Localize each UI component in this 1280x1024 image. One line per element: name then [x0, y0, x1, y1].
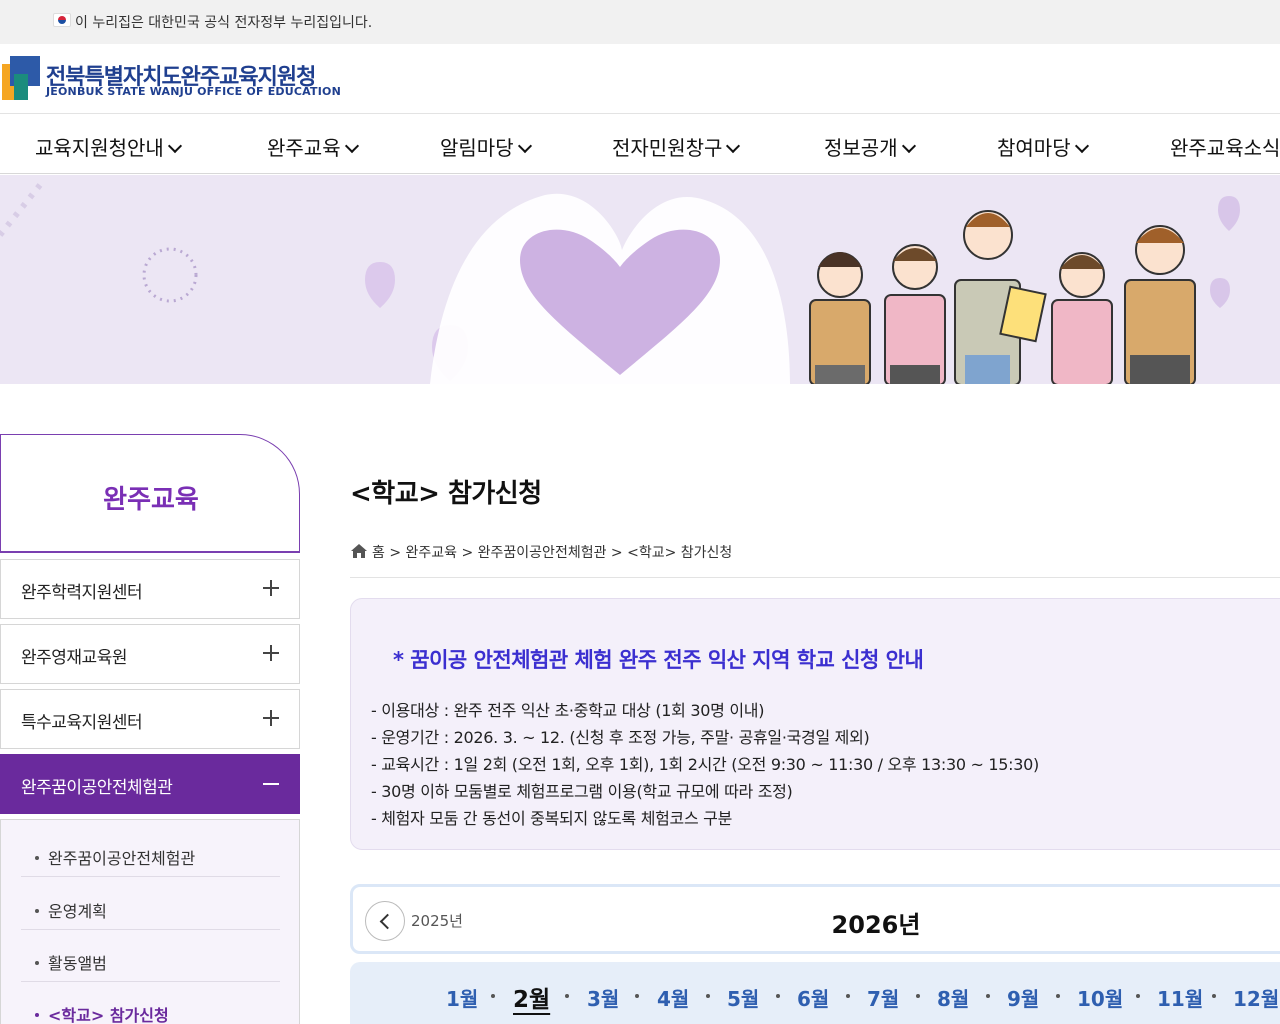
bullet-icon — [35, 1013, 39, 1017]
site-subtitle: JEONBUK STATE WANJU OFFICE OF EDUCATION — [46, 85, 341, 98]
breadcrumb-path[interactable]: 홈 > 완주교육 > 완주꿈이공안전체험관 > <학교> 참가신청 — [372, 542, 732, 562]
info-line: - 운영기간 : 2026. 3. ~ 12. (신청 후 조정 가능, 주말·… — [371, 728, 870, 747]
plus-icon — [263, 580, 279, 596]
info-line: - 교육시간 : 1일 2회 (오전 1회, 오후 1회), 1회 2시간 (오… — [371, 755, 1039, 774]
gov-banner-text: 이 누리집은 대한민국 공식 전자정부 누리집입니다. — [75, 15, 373, 31]
banner-illustration — [0, 183, 1240, 384]
chevron-down-icon — [1074, 138, 1089, 154]
plus-icon — [263, 645, 279, 661]
korea-flag-icon — [53, 13, 71, 27]
side-submenu: 완주꿈이공안전체험관 운영계획 활동앨범 <학교> 참가신청 — [0, 819, 300, 1024]
month-tab-2[interactable]: 2월 — [513, 980, 550, 1014]
month-tab-5[interactable]: 5월 — [727, 983, 759, 1012]
minus-icon — [263, 783, 279, 785]
info-line: - 이용대상 : 완주 전주 익산 초·중학교 대상 (1회 30명 이내) — [371, 701, 765, 720]
nav-item-participation[interactable]: 참여마당 — [997, 132, 1089, 161]
bullet-icon — [35, 961, 39, 965]
submenu-item-school-apply[interactable]: <학교> 참가신청 — [21, 982, 280, 1024]
month-tab-10[interactable]: 10월 — [1077, 983, 1123, 1012]
submenu-item-plan[interactable]: 운영계획 — [21, 878, 280, 930]
sidebar-item-safety-center[interactable]: 완주꿈이공안전체험관 — [0, 754, 300, 814]
bullet-icon — [35, 909, 39, 913]
month-tab-4[interactable]: 4월 — [657, 983, 689, 1012]
chevron-down-icon — [344, 138, 359, 154]
month-tabs: 1월 2월 3월 4월 5월 6월 7월 8월 9월 10월 11월 12월 — [350, 962, 1280, 1024]
month-tab-7[interactable]: 7월 — [867, 983, 899, 1012]
month-tab-3[interactable]: 3월 — [587, 983, 619, 1012]
submenu-item-album[interactable]: 활동앨범 — [21, 930, 280, 982]
sidebar-item-special-education[interactable]: 특수교육지원센터 — [0, 689, 300, 749]
month-tab-1[interactable]: 1월 — [446, 983, 478, 1012]
submenu-item-safety-center[interactable]: 완주꿈이공안전체험관 — [21, 825, 280, 877]
nav-item-disclosure[interactable]: 정보공개 — [824, 132, 916, 161]
sidebar-item-gifted-education[interactable]: 완주영재교육원 — [0, 624, 300, 684]
chevron-down-icon — [517, 138, 532, 154]
page-title: <학교> 참가신청 — [350, 479, 542, 509]
divider — [350, 577, 1280, 578]
nav-item-civil-service[interactable]: 전자민원창구 — [612, 132, 741, 161]
month-tab-12[interactable]: 12월 — [1233, 983, 1279, 1012]
side-nav-title: 완주교육 — [0, 434, 300, 553]
site-header: 전북특별자치도완주교육지원청 JEONBUK STATE WANJU OFFIC… — [0, 44, 1280, 114]
month-tab-9[interactable]: 9월 — [1007, 983, 1039, 1012]
main-navigation: 교육지원청안내 완주교육 알림마당 전자민원창구 정보공개 참여마당 완주교육소… — [0, 115, 1280, 174]
nav-item-news[interactable]: 완주교육소식 — [1170, 132, 1280, 161]
chevron-down-icon — [726, 138, 741, 154]
nav-item-notice[interactable]: 알림마당 — [440, 132, 532, 161]
chevron-down-icon — [901, 138, 916, 154]
logo-icon[interactable] — [2, 56, 40, 100]
chevron-down-icon — [167, 138, 182, 154]
plus-icon — [263, 710, 279, 726]
sidebar-item-learning-center[interactable]: 완주학력지원센터 — [0, 559, 300, 619]
nav-item-about[interactable]: 교육지원청안내 — [35, 132, 182, 161]
info-line: - 30명 이하 모둠별로 체험프로그램 이용(학교 규모에 따라 조정) — [371, 782, 793, 801]
gov-banner: 이 누리집은 대한민국 공식 전자정부 누리집입니다. — [0, 0, 1280, 44]
nav-item-wanju-education[interactable]: 완주교육 — [267, 132, 359, 161]
month-tab-6[interactable]: 6월 — [797, 983, 829, 1012]
month-tab-11[interactable]: 11월 — [1157, 983, 1203, 1012]
current-year: 2026년 — [831, 911, 921, 939]
year-selector: 2025년 2026년 — [350, 884, 1280, 954]
home-icon[interactable] — [350, 543, 368, 559]
bullet-icon — [35, 856, 39, 860]
info-line: - 체험자 모둠 간 동선이 중복되지 않도록 체험코스 구분 — [371, 809, 733, 828]
info-box: * 꿈이공 안전체험관 체험 완주 전주 익산 지역 학교 신청 안내 - 이용… — [350, 598, 1280, 850]
hero-banner — [0, 175, 1280, 384]
info-title: * 꿈이공 안전체험관 체험 완주 전주 익산 지역 학교 신청 안내 — [393, 648, 924, 672]
month-tab-8[interactable]: 8월 — [937, 983, 969, 1012]
